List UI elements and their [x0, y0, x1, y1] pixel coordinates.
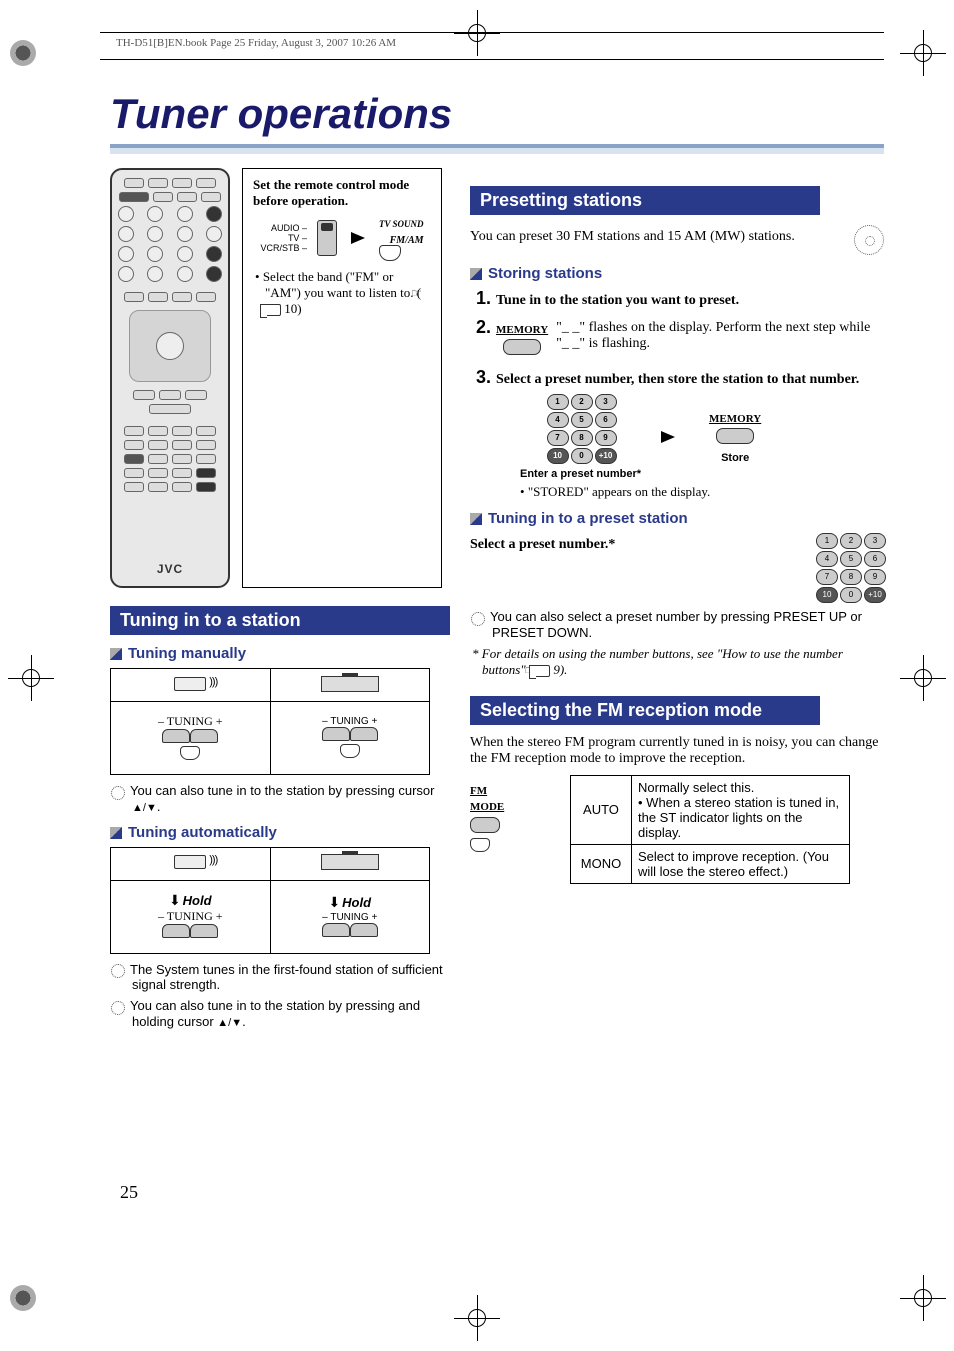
page-number: 25 [120, 1182, 138, 1203]
fm-mono-label: MONO [571, 844, 632, 883]
sub-tune-preset: Tuning in to a preset station [470, 510, 884, 527]
mode-diagram: AUDIO –TV –VCR/STB – TV SOUND FM/AM [253, 215, 431, 261]
remote-illustration: JVC [110, 168, 230, 588]
remote-brand: JVC [157, 562, 183, 576]
fm-auto-text: Normally select this. • When a stereo st… [632, 775, 850, 844]
reg-mark-top-left [10, 40, 36, 66]
callout-bullet: Select the band ("FM" or "AM") you want … [263, 269, 421, 300]
note-auto-2: You can also tune in to the station by p… [110, 998, 450, 1029]
number-pad-icon-2: 123 456 789 100+10 [816, 533, 884, 603]
remote-device-icon-2 [174, 855, 206, 869]
reg-mark-bottom-right [910, 1285, 936, 1311]
header-frame: TH-D51[B]EN.book Page 25 Friday, August … [100, 32, 884, 60]
disc-icon [854, 225, 884, 255]
header-path-text: TH-D51[B]EN.book Page 25 Friday, August … [116, 37, 396, 49]
footnote-number-buttons: * For details on using the number button… [470, 646, 884, 678]
reg-mark-top-right [910, 40, 936, 66]
reg-mark-bottom-center [464, 1305, 490, 1331]
callout-ref: 10) [281, 301, 302, 316]
note-preset: You can also select a preset number by p… [470, 609, 884, 640]
sub-storing: Storing stations [470, 265, 884, 282]
fm-mode-table: AUTO Normally select this. • When a ster… [570, 775, 850, 884]
fm-mono-text: Select to improve reception. (You will l… [632, 844, 850, 883]
note-auto-1: The System tunes in the first-found stat… [110, 962, 450, 993]
main-unit-icon-2 [321, 854, 379, 870]
fm-auto-label: AUTO [571, 775, 632, 844]
number-pad-icon: 123 456 789 100+10 [547, 394, 615, 464]
callout-box: Set the remote control mode before opera… [242, 168, 442, 588]
fmam-label: FM/AM [390, 235, 424, 246]
remote-device-icon [174, 677, 206, 691]
note-manual: You can also tune in to the station by p… [110, 783, 450, 814]
page-title: Tuner operations [110, 90, 884, 138]
section-fm-mode: Selecting the FM reception mode [470, 696, 820, 725]
callout-heading: Set the remote control mode before opera… [253, 177, 431, 209]
reg-mark-mid-right [910, 665, 936, 691]
reg-mark-mid-left [18, 665, 44, 691]
fm-intro: When the stereo FM program currently tun… [470, 735, 884, 767]
tuning-manual-table: – TUNING + – TUNING + [110, 668, 430, 775]
tvsound-label: TV SOUND [379, 219, 424, 229]
fm-mode-button-icon: FM MODE [470, 775, 510, 857]
presetting-intro: You can preset 30 FM stations and 15 AM … [470, 229, 842, 245]
sub-tuning-auto: Tuning automatically [110, 824, 450, 841]
tuning-auto-table: ⬇Hold – TUNING + ⬇Hold – TUNING + [110, 847, 430, 954]
select-preset-text: Select a preset number.* [470, 537, 615, 553]
main-unit-icon [321, 676, 379, 692]
sub-tuning-manually: Tuning manually [110, 645, 450, 662]
section-tuning: Tuning in to a station [110, 606, 450, 635]
title-underline [110, 144, 884, 154]
reg-mark-top-center [464, 20, 490, 46]
reg-mark-bottom-left [10, 1285, 36, 1311]
section-presetting: Presetting stations [470, 186, 820, 215]
storing-steps: Tune in to the station you want to prese… [470, 288, 884, 500]
